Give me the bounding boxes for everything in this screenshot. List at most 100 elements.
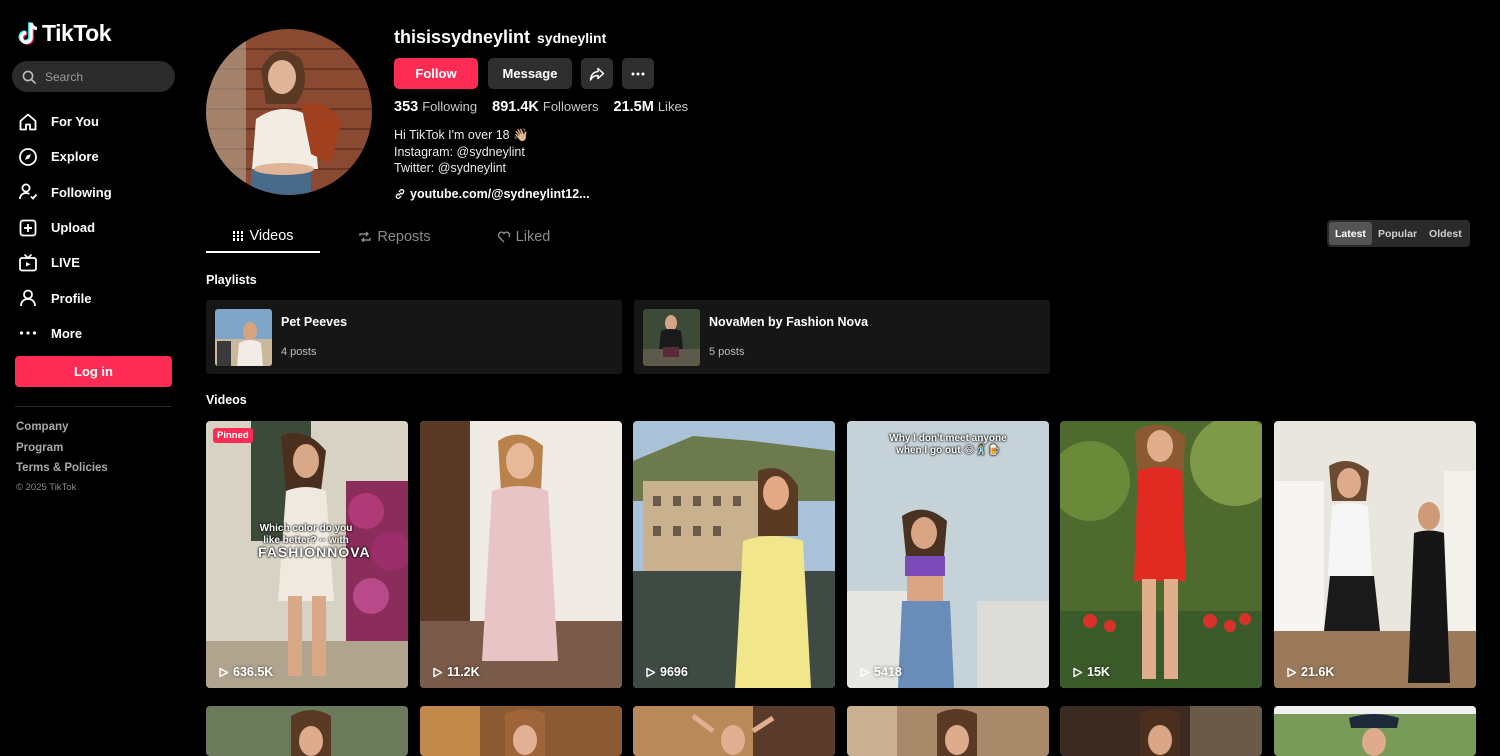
video-thumbnail [1060,706,1262,756]
pinned-badge: Pinned [213,428,253,443]
search-input[interactable] [45,69,155,84]
video-card[interactable] [1274,706,1476,756]
more-options-button[interactable] [622,58,654,89]
nav-label: More [51,325,83,341]
search-bar[interactable] [12,61,175,92]
playlist-card[interactable]: NovaMen by Fashion Nova 5 posts [634,300,1050,374]
video-card[interactable]: Pinned Which color do you like better? ·… [206,421,408,688]
playlist-name: Pet Peeves [281,315,348,329]
videos-heading: Videos [206,393,247,407]
video-card[interactable]: 21.6K [1274,421,1476,688]
tab-label: Videos [249,227,294,244]
more-dots-icon [17,323,38,344]
playlist-count: 5 posts [709,346,745,358]
bio-line: Twitter: @sydneylint [394,161,507,175]
nav-profile[interactable]: Profile [17,280,182,315]
video-card[interactable] [847,706,1049,756]
followers-count: 891.4K [492,99,539,115]
video-card[interactable]: 11.2K [420,421,622,688]
brand-overlay: FASHIONNOVA [258,544,371,560]
followers-label: Followers [542,99,599,114]
home-icon [17,111,38,132]
profile-link[interactable]: youtube.com/@sydneylint12... [394,187,590,201]
follow-button[interactable]: Follow [394,58,478,89]
profile-tabs: Videos Reposts Liked [206,220,588,253]
message-button[interactable]: Message [488,58,572,89]
nav-explore[interactable]: Explore [17,139,182,174]
nav-live[interactable]: LIVE [17,245,182,280]
more-dots-icon [631,72,645,75]
video-thumbnail [206,706,408,756]
likes-stat: 21.5M Likes [614,99,689,115]
video-thumbnail [847,421,1049,688]
main-nav: For You Explore Following Upload LIVE Pr… [17,104,182,351]
share-icon [589,67,605,81]
logo-text: TikTok [42,20,112,46]
live-tv-icon [17,252,38,273]
play-icon [433,667,443,677]
view-count-text: 15K [1087,665,1110,679]
nav-label: LIVE [51,255,80,271]
video-thumbnail [633,706,835,756]
video-thumbnail [1274,421,1476,688]
following-stat[interactable]: 353 Following [394,99,477,115]
user-follow-icon [17,182,38,203]
video-card[interactable] [206,706,408,756]
profile-nickname: sydneylint [537,30,607,46]
tab-videos[interactable]: Videos [206,220,320,253]
following-count: 353 [394,99,419,115]
playlist-name: NovaMen by Fashion Nova [709,315,869,329]
play-icon [219,667,229,677]
profile-bio: Hi TikTok I'm over 18 👋🏼 Instagram: @syd… [394,127,529,177]
video-card[interactable] [420,706,622,756]
sidebar: TikTok For You Explore Following Upload … [0,0,190,756]
sidebar-divider [15,406,172,407]
video-card[interactable] [633,706,835,756]
nav-upload[interactable]: Upload [17,210,182,245]
video-thumbnail [420,706,622,756]
nav-following[interactable]: Following [17,175,182,210]
play-icon [860,667,870,677]
nav-label: Following [51,184,112,200]
share-button[interactable] [581,58,613,89]
video-thumbnail [1060,421,1262,688]
footer-company-link[interactable]: Company [16,421,108,433]
copyright: © 2025 TikTok [16,481,77,493]
view-count: 5418 [859,665,902,679]
video-card[interactable]: 9696 [633,421,835,688]
sort-oldest[interactable]: Oldest [1423,222,1468,245]
nav-for-you[interactable]: For You [17,104,182,139]
footer-terms-link[interactable]: Terms & Policies [16,462,108,474]
profile-username: thisissydneylint [394,27,531,47]
playlists-heading: Playlists [206,273,257,287]
video-card[interactable] [1060,706,1262,756]
tab-liked[interactable]: Liked [459,220,588,253]
play-icon [1287,667,1297,677]
tab-reposts[interactable]: Reposts [330,220,459,253]
footer-program-link[interactable]: Program [16,442,108,454]
followers-stat[interactable]: 891.4K Followers [492,99,598,115]
tiktok-logo-icon [18,21,38,45]
heart-lock-icon [497,231,510,242]
view-count-text: 636.5K [233,665,274,679]
video-thumbnail [633,421,835,688]
play-icon [646,667,656,677]
sort-popular[interactable]: Popular [1372,222,1423,245]
bio-line: Hi TikTok I'm over 18 👋🏼 [394,128,529,142]
video-thumbnail [1274,706,1476,756]
video-card[interactable]: 15K [1060,421,1262,688]
nav-label: Upload [51,220,96,236]
playlist-card[interactable]: Pet Peeves 4 posts [206,300,622,374]
video-card[interactable]: Why I don't meet anyone when I go out 😂🕺… [847,421,1049,688]
login-button[interactable]: Log in [15,356,172,387]
video-thumbnail [420,421,622,688]
profile-link-text: youtube.com/@sydneylint12... [410,187,590,201]
sort-latest[interactable]: Latest [1329,222,1372,245]
tiktok-logo[interactable]: TikTok [17,20,112,47]
likes-count: 21.5M [613,99,654,115]
profile-avatar[interactable] [206,29,372,195]
view-count-text: 9696 [660,665,688,679]
repost-icon [359,231,372,242]
nav-more[interactable]: More [17,316,182,351]
playlist-count: 4 posts [281,346,317,358]
